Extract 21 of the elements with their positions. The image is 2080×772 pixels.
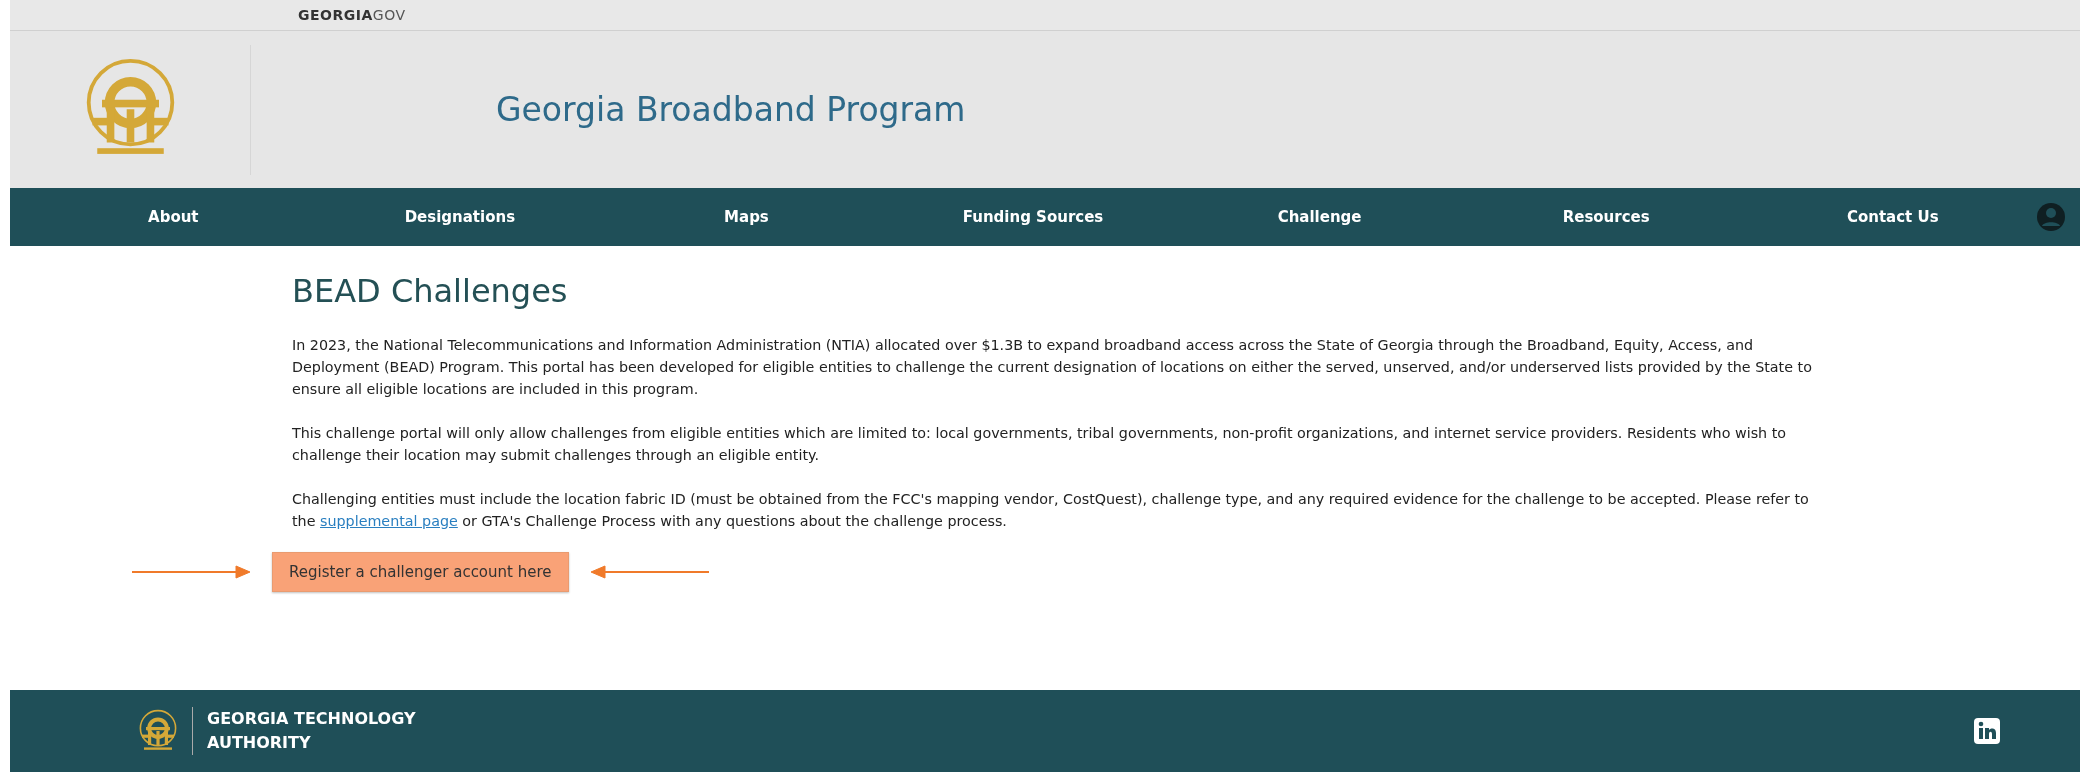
nav-link[interactable]: Contact Us	[1749, 208, 2037, 226]
supplemental-page-link[interactable]: supplemental page	[320, 513, 458, 529]
nav-link[interactable]: Designations	[316, 208, 604, 226]
arrow-icon	[132, 564, 252, 580]
paragraph: This challenge portal will only allow challenges from eligible entities which are limited to: local governments, tribal governments, non-profit organizations, and internet service providers. Residents who wish to challenge their location may submit challenges through an eligible entity.	[292, 424, 1788, 465]
nav-link[interactable]: Resources	[1462, 208, 1750, 226]
nav-link[interactable]: Maps	[603, 208, 890, 226]
footer-org-name: GEORGIA TECHNOLOGY	[207, 708, 416, 730]
paragraph: Challenging entities must include the location fabric ID (must be obtained from the FCC's mapping vendor, CostQuest), challenge type, and any required evidence for the challenge to be accepted. Please refer to the supplemental page or GTA's Challenge Process with any questions about the challenge process.	[292, 490, 1810, 531]
register-button[interactable]: Register a challenger account here	[272, 552, 569, 592]
linkedin-icon[interactable]	[1974, 718, 2000, 744]
nav-link[interactable]: About	[30, 208, 317, 226]
arrow-icon	[588, 564, 709, 580]
seal-logo	[138, 709, 178, 753]
paragraph: In 2023, the National Telecommunications and Information Administration (NTIA) allocated over $1.3B to expand broadband access across the State of Georgia through the Broadband, Equity, Access, and Deployment (BEAD) Program. This portal has been developed for eligible entities to challenge the current designation of locations on either the served, unserved, and/or underserved lists provided by the State to ensure all eligible locations are included in this program.	[292, 336, 1813, 399]
nav-link[interactable]: Challenge	[1176, 208, 1463, 226]
georgia-gov-logo[interactable]: GEORGIAGOV	[298, 7, 406, 23]
site-title: Georgia Broadband Program	[496, 90, 966, 129]
footer-org-name: AUTHORITY	[207, 732, 312, 754]
nav-link[interactable]: Funding Sources	[889, 208, 1177, 226]
page-heading: BEAD Challenges	[292, 272, 569, 310]
